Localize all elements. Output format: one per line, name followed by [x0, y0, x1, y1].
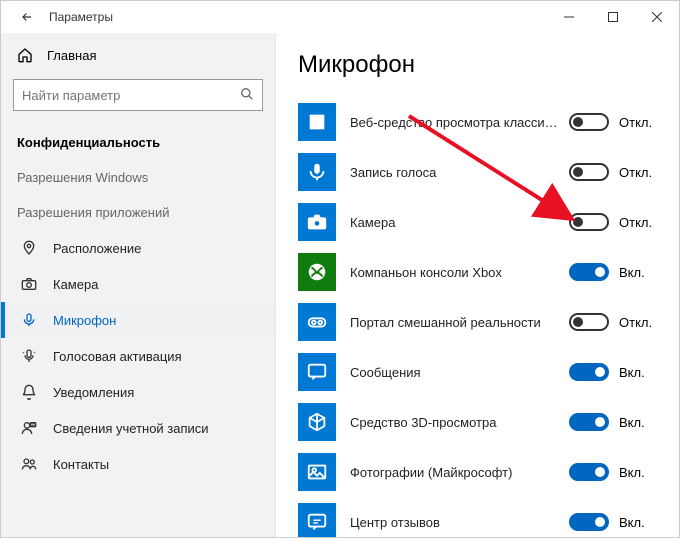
toggle-switch[interactable]	[569, 213, 609, 231]
minimize-button[interactable]	[547, 1, 591, 33]
sidebar: Главная Конфиденциальность Разрешения Wi…	[1, 33, 276, 537]
app-name: Средство 3D-просмотра	[350, 415, 569, 430]
home-link[interactable]: Главная	[1, 39, 275, 71]
sidebar-item-microphone[interactable]: Микрофон	[1, 302, 275, 338]
sidebar-section-windows: Разрешения Windows	[1, 160, 275, 195]
location-icon	[21, 240, 37, 256]
app-icon	[298, 453, 336, 491]
camera-icon	[21, 276, 37, 292]
toggle-switch[interactable]	[569, 163, 609, 181]
app-icon	[298, 203, 336, 241]
sidebar-item-label: Контакты	[53, 457, 109, 472]
sidebar-item-contacts[interactable]: Контакты	[1, 446, 275, 482]
sidebar-category: Конфиденциальность	[1, 125, 275, 160]
page-title: Микрофон	[298, 51, 657, 79]
app-row: Сообщения Вкл.	[298, 347, 657, 397]
sidebar-item-label: Микрофон	[53, 313, 116, 328]
toggle-state-label: Вкл.	[619, 265, 645, 280]
toggle-switch[interactable]	[569, 113, 609, 131]
app-icon	[298, 353, 336, 391]
toggle-switch[interactable]	[569, 313, 609, 331]
search-icon	[240, 87, 254, 104]
toggle-state-label: Вкл.	[619, 365, 645, 380]
app-icon	[298, 503, 336, 537]
bell-icon	[21, 384, 37, 400]
sidebar-item-label: Голосовая активация	[53, 349, 182, 364]
toggle-state-label: Откл.	[619, 215, 652, 230]
window-title: Параметры	[49, 10, 113, 24]
maximize-button[interactable]	[591, 1, 635, 33]
content-pane: Микрофон Веб-средство просмотра классиче…	[276, 33, 679, 537]
app-name: Сообщения	[350, 365, 569, 380]
home-label: Главная	[47, 48, 96, 63]
sidebar-item-label: Расположение	[53, 241, 141, 256]
app-name: Камера	[350, 215, 569, 230]
sidebar-section-apps: Разрешения приложений	[1, 195, 275, 230]
search-input[interactable]	[22, 88, 240, 103]
app-row: Портал смешанной реальности Откл.	[298, 297, 657, 347]
toggle-switch[interactable]	[569, 513, 609, 531]
app-row: Запись голоса Откл.	[298, 147, 657, 197]
sidebar-item-label: Уведомления	[53, 385, 134, 400]
app-name: Запись голоса	[350, 165, 569, 180]
home-icon	[17, 47, 33, 63]
toggle-switch[interactable]	[569, 263, 609, 281]
sidebar-item-voice[interactable]: Голосовая активация	[1, 338, 275, 374]
app-row: Центр отзывов Вкл.	[298, 497, 657, 537]
sidebar-item-label: Сведения учетной записи	[53, 421, 209, 436]
sidebar-item-label: Камера	[53, 277, 98, 292]
toggle-state-label: Откл.	[619, 315, 652, 330]
app-icon	[298, 103, 336, 141]
app-name: Веб-средство просмотра классических...	[350, 115, 569, 130]
app-icon	[298, 153, 336, 191]
sidebar-item-camera[interactable]: Камера	[1, 266, 275, 302]
app-icon	[298, 303, 336, 341]
app-name: Фотографии (Майкрософт)	[350, 465, 569, 480]
toggle-switch[interactable]	[569, 413, 609, 431]
toggle-state-label: Откл.	[619, 165, 652, 180]
app-name: Портал смешанной реальности	[350, 315, 569, 330]
contacts-icon	[21, 456, 37, 472]
back-button[interactable]	[13, 10, 41, 24]
app-icon	[298, 253, 336, 291]
app-row: Фотографии (Майкрософт) Вкл.	[298, 447, 657, 497]
toggle-switch[interactable]	[569, 363, 609, 381]
app-row: Веб-средство просмотра классических... От…	[298, 97, 657, 147]
toggle-state-label: Вкл.	[619, 515, 645, 530]
app-name: Компаньон консоли Xbox	[350, 265, 569, 280]
toggle-state-label: Вкл.	[619, 415, 645, 430]
app-name: Центр отзывов	[350, 515, 569, 530]
microphone-icon	[21, 312, 37, 328]
close-button[interactable]	[635, 1, 679, 33]
toggle-state-label: Откл.	[619, 115, 652, 130]
app-row: Компаньон консоли Xbox Вкл.	[298, 247, 657, 297]
app-icon	[298, 403, 336, 441]
voice-icon	[21, 348, 37, 364]
app-row: Средство 3D-просмотра Вкл.	[298, 397, 657, 447]
sidebar-item-location[interactable]: Расположение	[1, 230, 275, 266]
toggle-switch[interactable]	[569, 463, 609, 481]
app-row: Камера Откл.	[298, 197, 657, 247]
account-icon	[21, 420, 37, 436]
sidebar-item-account[interactable]: Сведения учетной записи	[1, 410, 275, 446]
search-input-wrap[interactable]	[13, 79, 263, 111]
toggle-state-label: Вкл.	[619, 465, 645, 480]
sidebar-item-notifications[interactable]: Уведомления	[1, 374, 275, 410]
titlebar: Параметры	[1, 1, 679, 33]
